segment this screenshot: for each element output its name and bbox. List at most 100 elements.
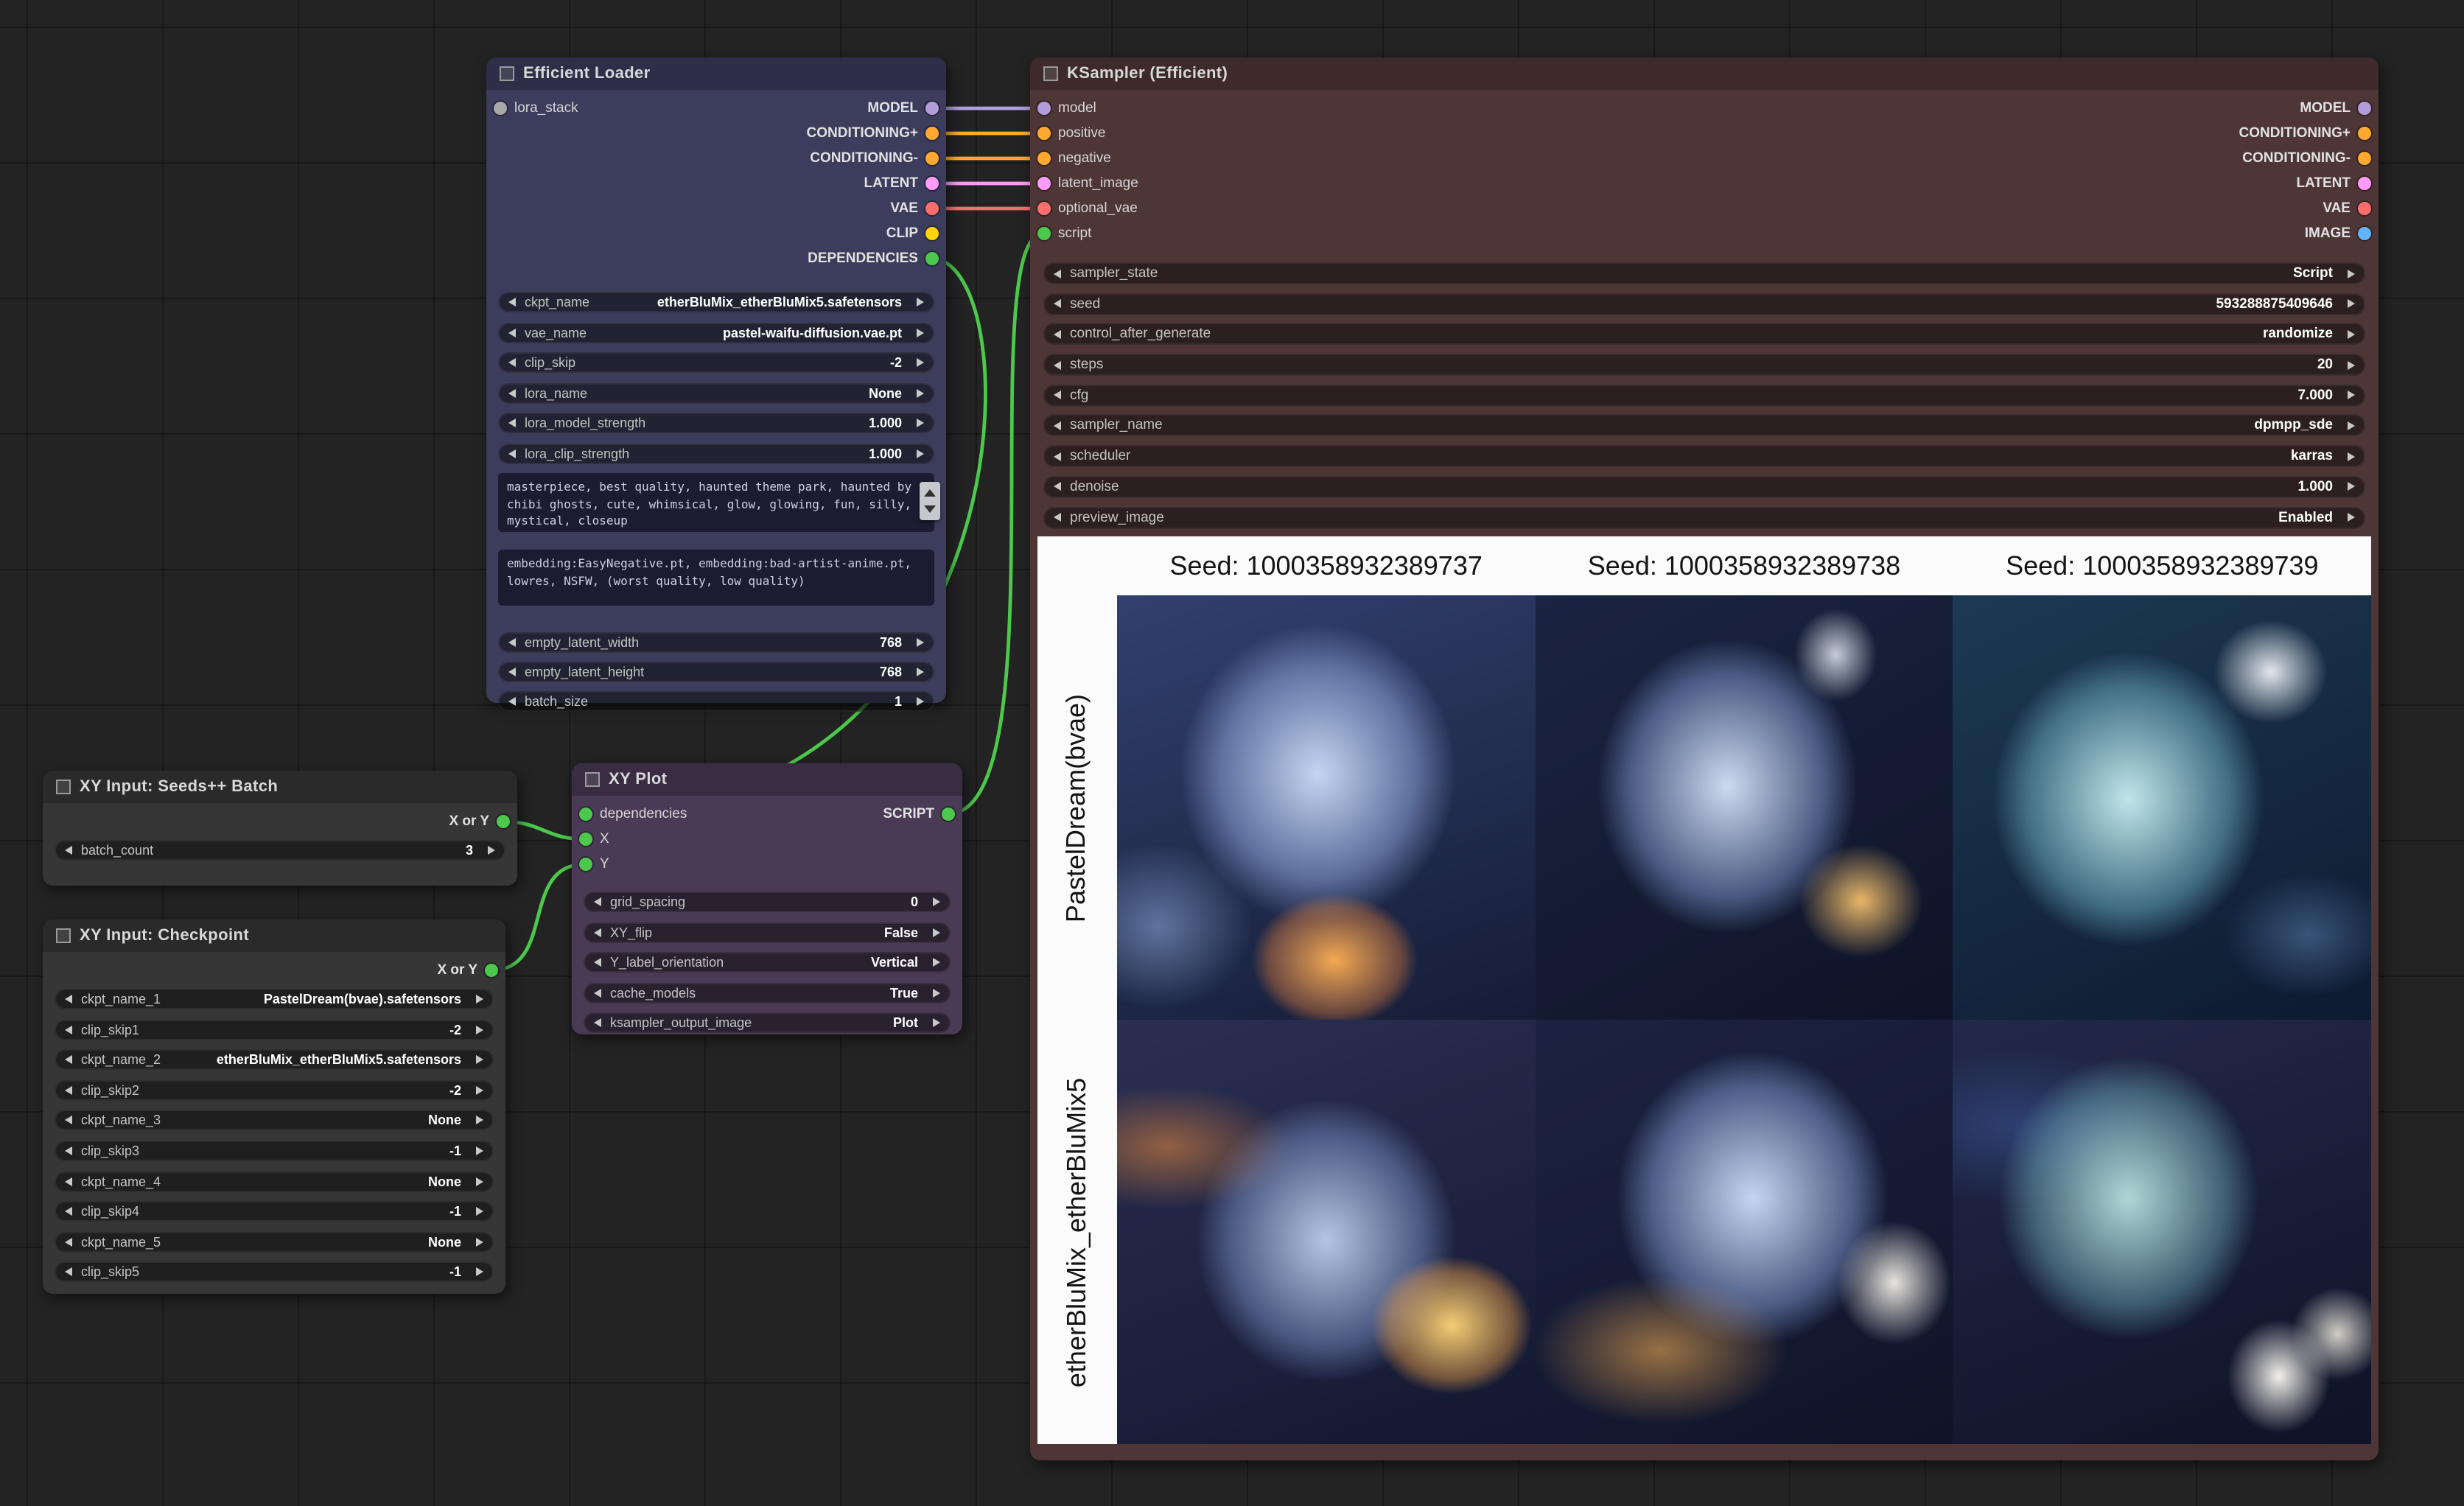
input-slot-dot[interactable] [1037, 152, 1051, 165]
widget-empty-latent-height[interactable]: empty_latent_height 768 [498, 662, 934, 682]
textarea-scroll-spinner[interactable] [920, 482, 940, 520]
increment-arrow-icon[interactable] [476, 1238, 483, 1247]
increment-arrow-icon[interactable] [933, 897, 940, 906]
input-slot-dot[interactable] [494, 102, 507, 115]
input-slot-dot[interactable] [579, 833, 592, 846]
decrement-arrow-icon[interactable] [594, 989, 601, 998]
output-slot-dot[interactable] [942, 808, 955, 821]
output-slot-dot[interactable] [925, 127, 939, 140]
increment-arrow-icon[interactable] [476, 1055, 483, 1064]
widget-lora-model-strength[interactable]: lora_model_strength 1.000 [498, 413, 934, 433]
decrement-arrow-icon[interactable] [65, 1238, 72, 1247]
collapse-icon[interactable] [1043, 66, 1058, 81]
output-slot-dot[interactable] [2358, 202, 2371, 215]
output-slot-dot[interactable] [497, 815, 510, 828]
increment-arrow-icon[interactable] [476, 995, 483, 1004]
decrement-arrow-icon[interactable] [508, 418, 516, 427]
widget-denoise[interactable]: denoise 1.000 [1043, 476, 2365, 498]
decrement-arrow-icon[interactable] [65, 1055, 72, 1064]
decrement-arrow-icon[interactable] [1054, 299, 1061, 308]
widget-steps[interactable]: steps 20 [1043, 354, 2365, 376]
collapse-icon[interactable] [56, 780, 71, 794]
widget-seed[interactable]: seed 593288875409646 [1043, 293, 2365, 315]
widget-cfg[interactable]: cfg 7.000 [1043, 385, 2365, 407]
widget-sampler-state[interactable]: sampler_state Script [1043, 262, 2365, 284]
output-slot-dot[interactable] [925, 152, 939, 165]
decrement-arrow-icon[interactable] [1054, 483, 1061, 491]
node-titlebar[interactable]: KSampler (Efficient) [1030, 57, 2379, 90]
input-slot-dot[interactable] [1037, 102, 1051, 115]
spinner-up-icon[interactable] [924, 490, 936, 497]
increment-arrow-icon[interactable] [476, 1268, 483, 1277]
widget-ckpt-name-1[interactable]: ckpt_name_1 PastelDream(bvae).safetensor… [55, 989, 494, 1009]
widget-clip-skip1[interactable]: clip_skip1 -2 [55, 1019, 494, 1040]
increment-arrow-icon[interactable] [933, 928, 940, 936]
increment-arrow-icon[interactable] [2348, 330, 2355, 339]
increment-arrow-icon[interactable] [2348, 391, 2355, 400]
output-slot-dot[interactable] [925, 202, 939, 215]
decrement-arrow-icon[interactable] [1054, 513, 1061, 522]
widget-grid-spacing[interactable]: grid_spacing 0 [584, 892, 951, 912]
widget-empty-latent-width[interactable]: empty_latent_width 768 [498, 632, 934, 653]
output-slot-dot[interactable] [925, 227, 939, 240]
widget-sampler-name[interactable]: sampler_name dpmpp_sde [1043, 415, 2365, 437]
increment-arrow-icon[interactable] [2348, 513, 2355, 522]
input-slot-dot[interactable] [1037, 177, 1051, 190]
increment-arrow-icon[interactable] [476, 1116, 483, 1125]
output-slot-dot[interactable] [925, 102, 939, 115]
increment-arrow-icon[interactable] [917, 388, 924, 397]
widget-lora-clip-strength[interactable]: lora_clip_strength 1.000 [498, 443, 934, 463]
widget-ksampler-output-image[interactable]: ksampler_output_image Plot [584, 1013, 951, 1034]
input-slot-dot[interactable] [1037, 227, 1051, 240]
widget-clip-skip3[interactable]: clip_skip3 -1 [55, 1141, 494, 1161]
positive-prompt-textarea[interactable]: masterpiece, best quality, haunted theme… [498, 473, 934, 532]
decrement-arrow-icon[interactable] [65, 1177, 72, 1185]
spinner-down-icon[interactable] [924, 505, 936, 512]
node-titlebar[interactable]: XY Input: Checkpoint [43, 920, 505, 952]
widget-y-label-orientation[interactable]: Y_label_orientation Vertical [584, 952, 951, 973]
increment-arrow-icon[interactable] [476, 1177, 483, 1185]
output-slot-dot[interactable] [2358, 127, 2371, 140]
increment-arrow-icon[interactable] [476, 1207, 483, 1216]
collapse-icon[interactable] [500, 66, 514, 81]
decrement-arrow-icon[interactable] [1054, 391, 1061, 400]
increment-arrow-icon[interactable] [476, 1086, 483, 1095]
widget-scheduler[interactable]: scheduler karras [1043, 445, 2365, 467]
widget-ckpt-name[interactable]: ckpt_name etherBluMix_etherBluMix5.safet… [498, 292, 934, 312]
decrement-arrow-icon[interactable] [508, 298, 516, 307]
input-slot-dot[interactable] [1037, 202, 1051, 215]
decrement-arrow-icon[interactable] [1054, 330, 1061, 339]
decrement-arrow-icon[interactable] [508, 697, 516, 706]
decrement-arrow-icon[interactable] [508, 388, 516, 397]
output-slot-dot[interactable] [925, 177, 939, 190]
output-slot-dot[interactable] [2358, 152, 2371, 165]
widget-clip-skip4[interactable]: clip_skip4 -1 [55, 1201, 494, 1222]
increment-arrow-icon[interactable] [2348, 269, 2355, 278]
widget-vae-name[interactable]: vae_name pastel-waifu-diffusion.vae.pt [498, 322, 934, 343]
decrement-arrow-icon[interactable] [1054, 421, 1061, 430]
increment-arrow-icon[interactable] [476, 1146, 483, 1155]
increment-arrow-icon[interactable] [2348, 299, 2355, 308]
widget-control-after-generate[interactable]: control_after_generate randomize [1043, 323, 2365, 346]
node-titlebar[interactable]: Efficient Loader [486, 57, 946, 90]
node-graph-canvas[interactable]: Efficient Loader lora_stack MODEL CONDIT… [0, 0, 2464, 1506]
decrement-arrow-icon[interactable] [1054, 269, 1061, 278]
increment-arrow-icon[interactable] [476, 1025, 483, 1034]
increment-arrow-icon[interactable] [2348, 360, 2355, 369]
increment-arrow-icon[interactable] [2348, 483, 2355, 491]
increment-arrow-icon[interactable] [917, 328, 924, 337]
node-titlebar[interactable]: XY Plot [572, 763, 962, 796]
decrement-arrow-icon[interactable] [1054, 452, 1061, 460]
increment-arrow-icon[interactable] [917, 449, 924, 458]
node-titlebar[interactable]: XY Input: Seeds++ Batch [43, 771, 517, 803]
decrement-arrow-icon[interactable] [65, 846, 72, 855]
output-slot-dot[interactable] [2358, 102, 2371, 115]
decrement-arrow-icon[interactable] [65, 995, 72, 1004]
decrement-arrow-icon[interactable] [508, 358, 516, 367]
increment-arrow-icon[interactable] [933, 1019, 940, 1028]
increment-arrow-icon[interactable] [488, 846, 495, 855]
output-slot-dot[interactable] [485, 964, 498, 977]
widget-batch-size[interactable]: batch_size 1 [498, 691, 934, 712]
output-slot-dot[interactable] [2358, 177, 2371, 190]
widget-ckpt-name-2[interactable]: ckpt_name_2 etherBluMix_etherBluMix5.saf… [55, 1049, 494, 1070]
